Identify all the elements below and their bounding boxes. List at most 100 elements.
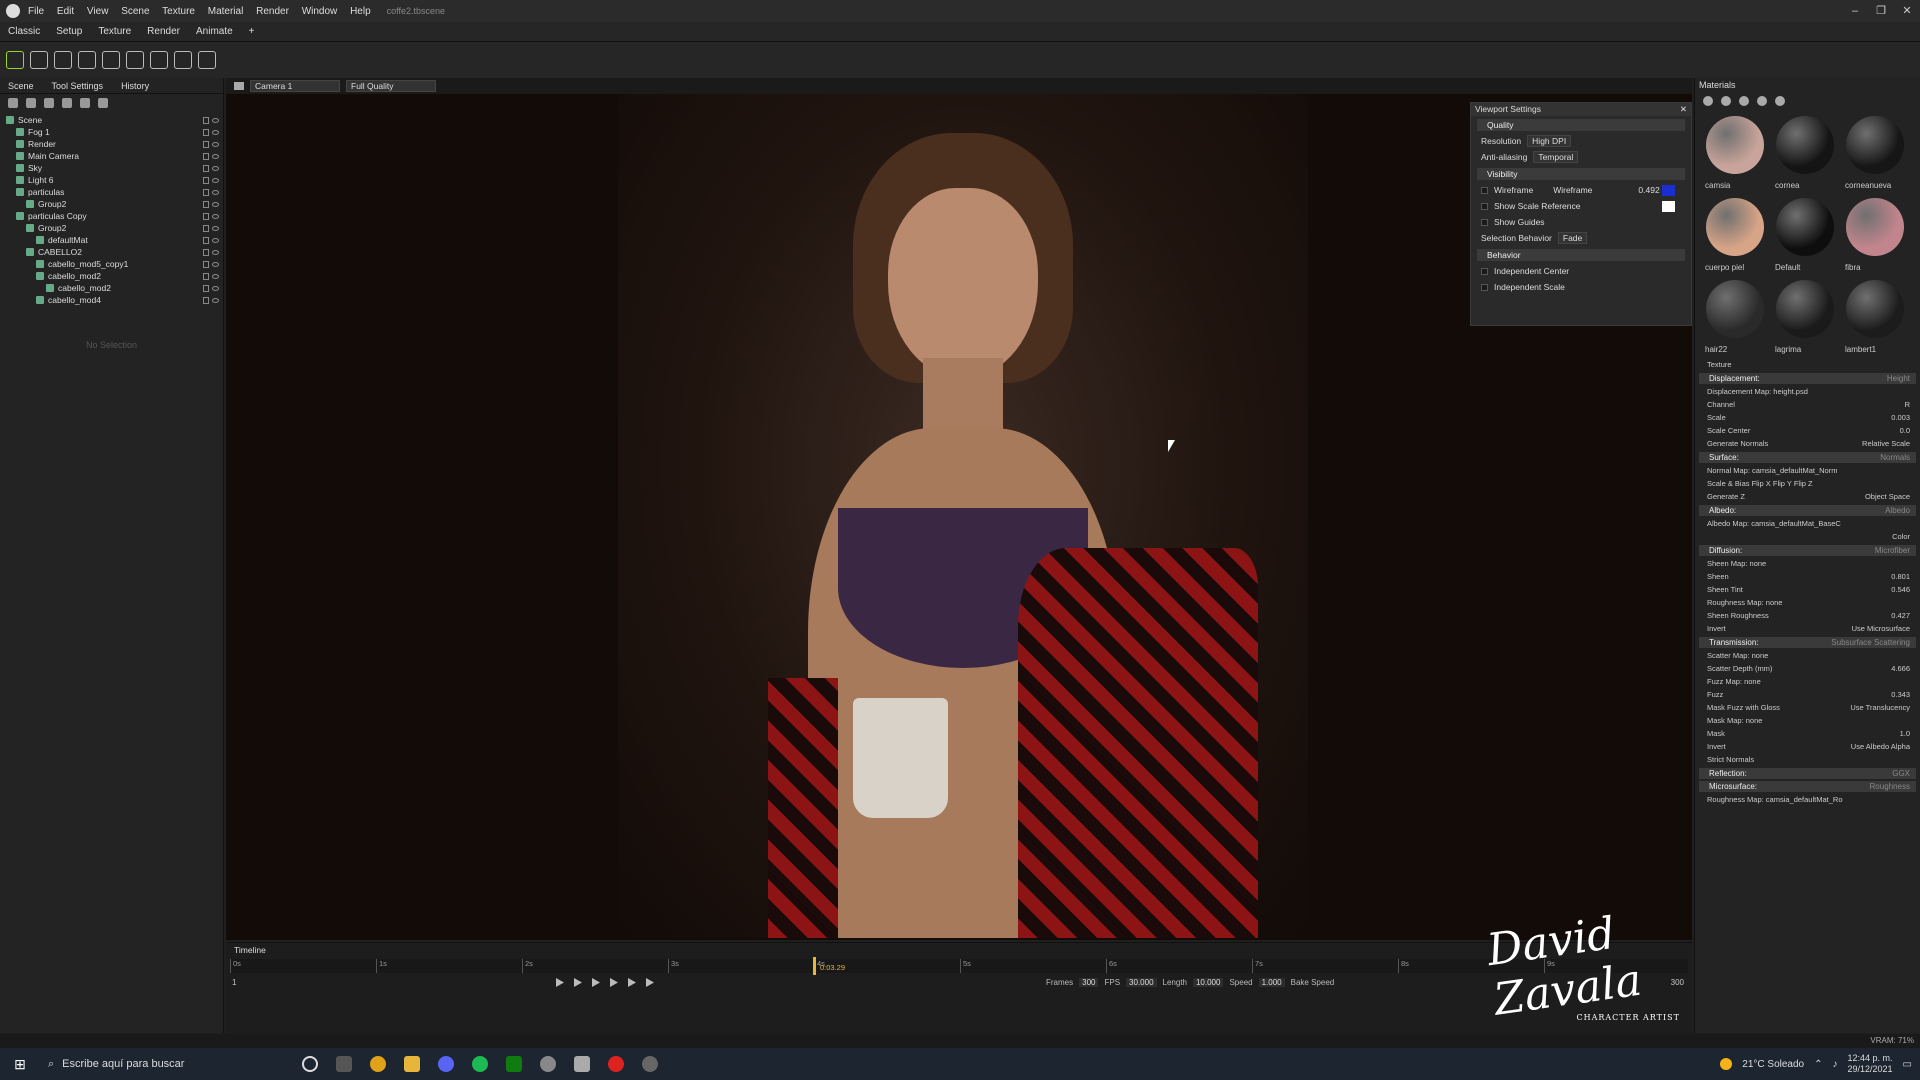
clock[interactable]: 12:44 p. m. 29/12/2021 (1848, 1053, 1893, 1075)
wireframe-value[interactable]: 0.492 (1638, 185, 1659, 195)
rotate-tool-icon[interactable] (54, 51, 72, 69)
selection-select[interactable]: Fade (1557, 232, 1588, 244)
wireframe-checkbox[interactable] (1481, 186, 1488, 194)
roughness-map-2[interactable]: Roughness Map: camsia_defaultMat_Ro (1695, 793, 1920, 806)
invert-label[interactable]: Invert (1707, 742, 1726, 751)
fuzz-value[interactable]: 0.343 (1891, 688, 1910, 701)
tree-item[interactable]: cabello_mod2 (6, 270, 223, 282)
move-tool-icon[interactable] (30, 51, 48, 69)
taskbar-search[interactable]: ⌕ Escribe aquí para buscar (40, 1048, 290, 1080)
albedo-section[interactable]: Albedo: Albedo (1699, 505, 1916, 516)
microsurface-section[interactable]: Microsurface: Roughness (1699, 781, 1916, 792)
use-transl-label[interactable]: Use Translucency (1850, 701, 1910, 714)
menu-material[interactable]: Material (208, 6, 244, 17)
chevron-up-icon[interactable]: ⌃ (1814, 1059, 1822, 1070)
fps-value[interactable]: 30.000 (1126, 978, 1157, 987)
section-mode[interactable]: Roughness (1870, 781, 1910, 792)
tree-item[interactable]: Main Camera (6, 150, 223, 162)
invert-label[interactable]: Invert (1707, 624, 1726, 633)
add-shape-icon[interactable] (80, 98, 90, 108)
material-swatch[interactable]: cuerpo piel (1701, 194, 1769, 274)
circle-select-icon[interactable] (150, 51, 168, 69)
camera-select[interactable]: Camera 1 (250, 80, 340, 92)
section-mode[interactable]: Albedo (1885, 505, 1910, 516)
wireframe-color-swatch[interactable] (1662, 184, 1675, 196)
lasso-select-icon[interactable] (174, 51, 192, 69)
tree-item[interactable]: Group2 (6, 222, 223, 234)
section-mode[interactable]: GGX (1892, 768, 1910, 779)
skip-start-icon[interactable] (574, 978, 582, 987)
vs-behavior-section[interactable]: Behavior (1477, 249, 1685, 261)
tree-item[interactable]: Scene (6, 114, 223, 126)
quality-select[interactable]: Full Quality (346, 80, 436, 92)
material-swatch[interactable]: camsia (1701, 112, 1769, 192)
tree-item[interactable]: cabello_mod4 (6, 294, 223, 306)
material-swatch[interactable]: lagrima (1771, 276, 1839, 356)
tab-add[interactable]: + (249, 26, 255, 37)
scale-color-swatch[interactable] (1662, 200, 1675, 212)
maximize-icon[interactable]: ❐ (1868, 0, 1894, 22)
start-frame[interactable]: 1 (232, 978, 236, 987)
tab-texture[interactable]: Texture (98, 26, 131, 37)
obj-space-label[interactable]: Object Space (1865, 490, 1910, 503)
add-light-icon[interactable] (26, 98, 36, 108)
section-mode[interactable]: Microfiber (1875, 545, 1910, 556)
weather-text[interactable]: 21°C Soleado (1742, 1059, 1804, 1070)
select-tool-icon[interactable] (6, 51, 24, 69)
folder-icon[interactable] (1757, 96, 1767, 106)
add-material-icon[interactable] (1703, 96, 1713, 106)
reflection-section[interactable]: Reflection: GGX (1699, 768, 1916, 779)
menu-edit[interactable]: Edit (57, 6, 74, 17)
chrome-icon[interactable] (370, 1056, 386, 1072)
diffusion-section[interactable]: Diffusion: Microfiber (1699, 545, 1916, 556)
timeline-ruler[interactable]: 0s 1s 2s 3s 4s 5s 6s 7s 8s 9s 0:03.29 (230, 957, 1688, 975)
duplicate-material-icon[interactable] (1721, 96, 1731, 106)
scale-tool-icon[interactable] (78, 51, 96, 69)
export-icon[interactable] (1775, 96, 1785, 106)
surface-section[interactable]: Surface: Normals (1699, 452, 1916, 463)
menu-help[interactable]: Help (350, 6, 371, 17)
tree-item[interactable]: Group2 (6, 198, 223, 210)
albedo-map[interactable]: Albedo Map: camsia_defaultMat_BaseC (1695, 517, 1920, 530)
tree-item[interactable]: Light 6 (6, 174, 223, 186)
gen-z-label[interactable]: Generate Z (1707, 492, 1745, 501)
use-micro-label[interactable]: Use Microsurface (1852, 622, 1910, 635)
play-icon[interactable] (610, 978, 618, 987)
scale-ref-checkbox[interactable] (1481, 202, 1488, 210)
tree-item[interactable]: cabello_mod5_copy1 (6, 258, 223, 270)
tab-animate[interactable]: Animate (196, 26, 233, 37)
marmoset-icon[interactable] (642, 1056, 658, 1072)
sheen-roughness-value[interactable]: 0.427 (1891, 609, 1910, 622)
close-icon[interactable]: ✕ (1894, 0, 1920, 22)
discord-icon[interactable] (438, 1056, 454, 1072)
add-object-icon[interactable] (8, 98, 18, 108)
task-view-icon[interactable] (336, 1056, 352, 1072)
tab-tool-settings[interactable]: Tool Settings (52, 81, 104, 91)
material-swatch[interactable]: cornea (1771, 112, 1839, 192)
gen-normals-label[interactable]: Generate Normals (1707, 439, 1768, 448)
use-albedo-alpha-label[interactable]: Use Albedo Alpha (1851, 740, 1910, 753)
section-mode[interactable]: Subsurface Scattering (1831, 637, 1910, 648)
section-mode[interactable]: Height (1887, 373, 1910, 384)
resolution-select[interactable]: High DPI (1527, 135, 1572, 147)
scatter-depth-value[interactable]: 4.666 (1891, 662, 1910, 675)
minimize-icon[interactable]: – (1842, 0, 1868, 22)
prev-frame-icon[interactable] (592, 978, 600, 987)
windows-start-icon[interactable]: ⊞ (0, 1056, 40, 1073)
close-icon[interactable]: ✕ (1680, 103, 1687, 116)
aa-select[interactable]: Temporal (1533, 151, 1579, 163)
vs-visibility-section[interactable]: Visibility (1477, 168, 1685, 180)
roughness-map[interactable]: Roughness Map: none (1695, 596, 1920, 609)
transmission-section[interactable]: Transmission: Subsurface Scattering (1699, 637, 1916, 648)
material-swatch[interactable]: Default (1771, 194, 1839, 274)
tab-setup[interactable]: Setup (56, 26, 82, 37)
file-explorer-icon[interactable] (404, 1056, 420, 1072)
scatter-map[interactable]: Scatter Map: none (1695, 649, 1920, 662)
normal-map[interactable]: Normal Map: camsia_defaultMat_Norm (1695, 464, 1920, 477)
mask-value[interactable]: 1.0 (1900, 727, 1910, 740)
paint-select-icon[interactable] (198, 51, 216, 69)
tab-render[interactable]: Render (147, 26, 180, 37)
material-swatch[interactable]: corneanueva (1841, 112, 1909, 192)
displacement-section[interactable]: Displacement: Height (1699, 373, 1916, 384)
tree-item[interactable]: cabello_mod2 (6, 282, 223, 294)
